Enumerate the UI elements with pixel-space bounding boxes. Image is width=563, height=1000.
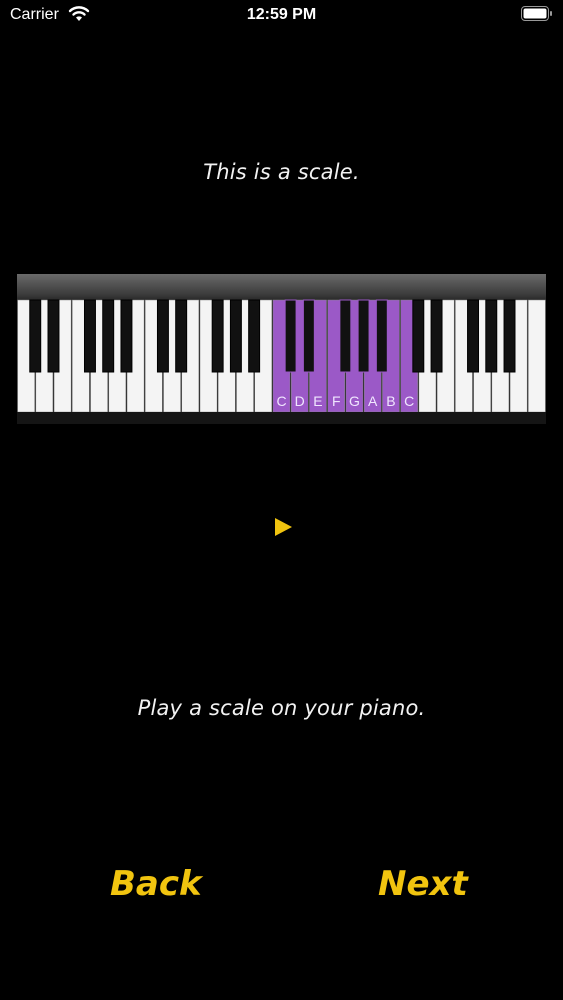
black-key [302,299,315,373]
note-label: D [295,393,305,409]
white-key [528,299,546,413]
black-key [175,299,188,373]
black-key [120,299,133,373]
black-key [83,299,96,373]
piano-svg: CDEFGABC [17,299,546,424]
back-button[interactable]: Back [110,864,202,904]
note-label: C [404,393,414,409]
battery-icon [521,6,552,21]
note-label: F [332,393,341,409]
black-key [29,299,42,373]
black-key [47,299,60,373]
black-key [211,299,224,373]
black-key [485,299,498,373]
black-key [467,299,480,373]
black-key [357,299,370,373]
piano-keyboard: CDEFGABC [17,274,546,424]
black-key [412,299,425,373]
piano-rail [17,412,546,424]
status-time: 12:59 PM [246,6,317,23]
black-key [156,299,169,373]
note-label: G [349,393,360,409]
note-label: E [313,393,322,409]
lesson-instruction: Play a scale on your piano. [137,696,426,720]
lesson-title: This is a scale. [203,160,360,184]
note-label: A [368,393,378,409]
play-icon [275,518,292,536]
play-button[interactable] [272,516,294,538]
black-key [284,299,297,373]
black-key [430,299,443,373]
black-key [248,299,261,373]
black-key [339,299,352,373]
black-key [102,299,115,373]
note-label: B [386,393,395,409]
black-key [503,299,516,373]
status-bar: Carrier 12:59 PM [0,0,563,32]
black-key [229,299,242,373]
note-label: C [276,393,286,409]
black-key [375,299,388,373]
next-button[interactable]: Next [378,864,468,904]
